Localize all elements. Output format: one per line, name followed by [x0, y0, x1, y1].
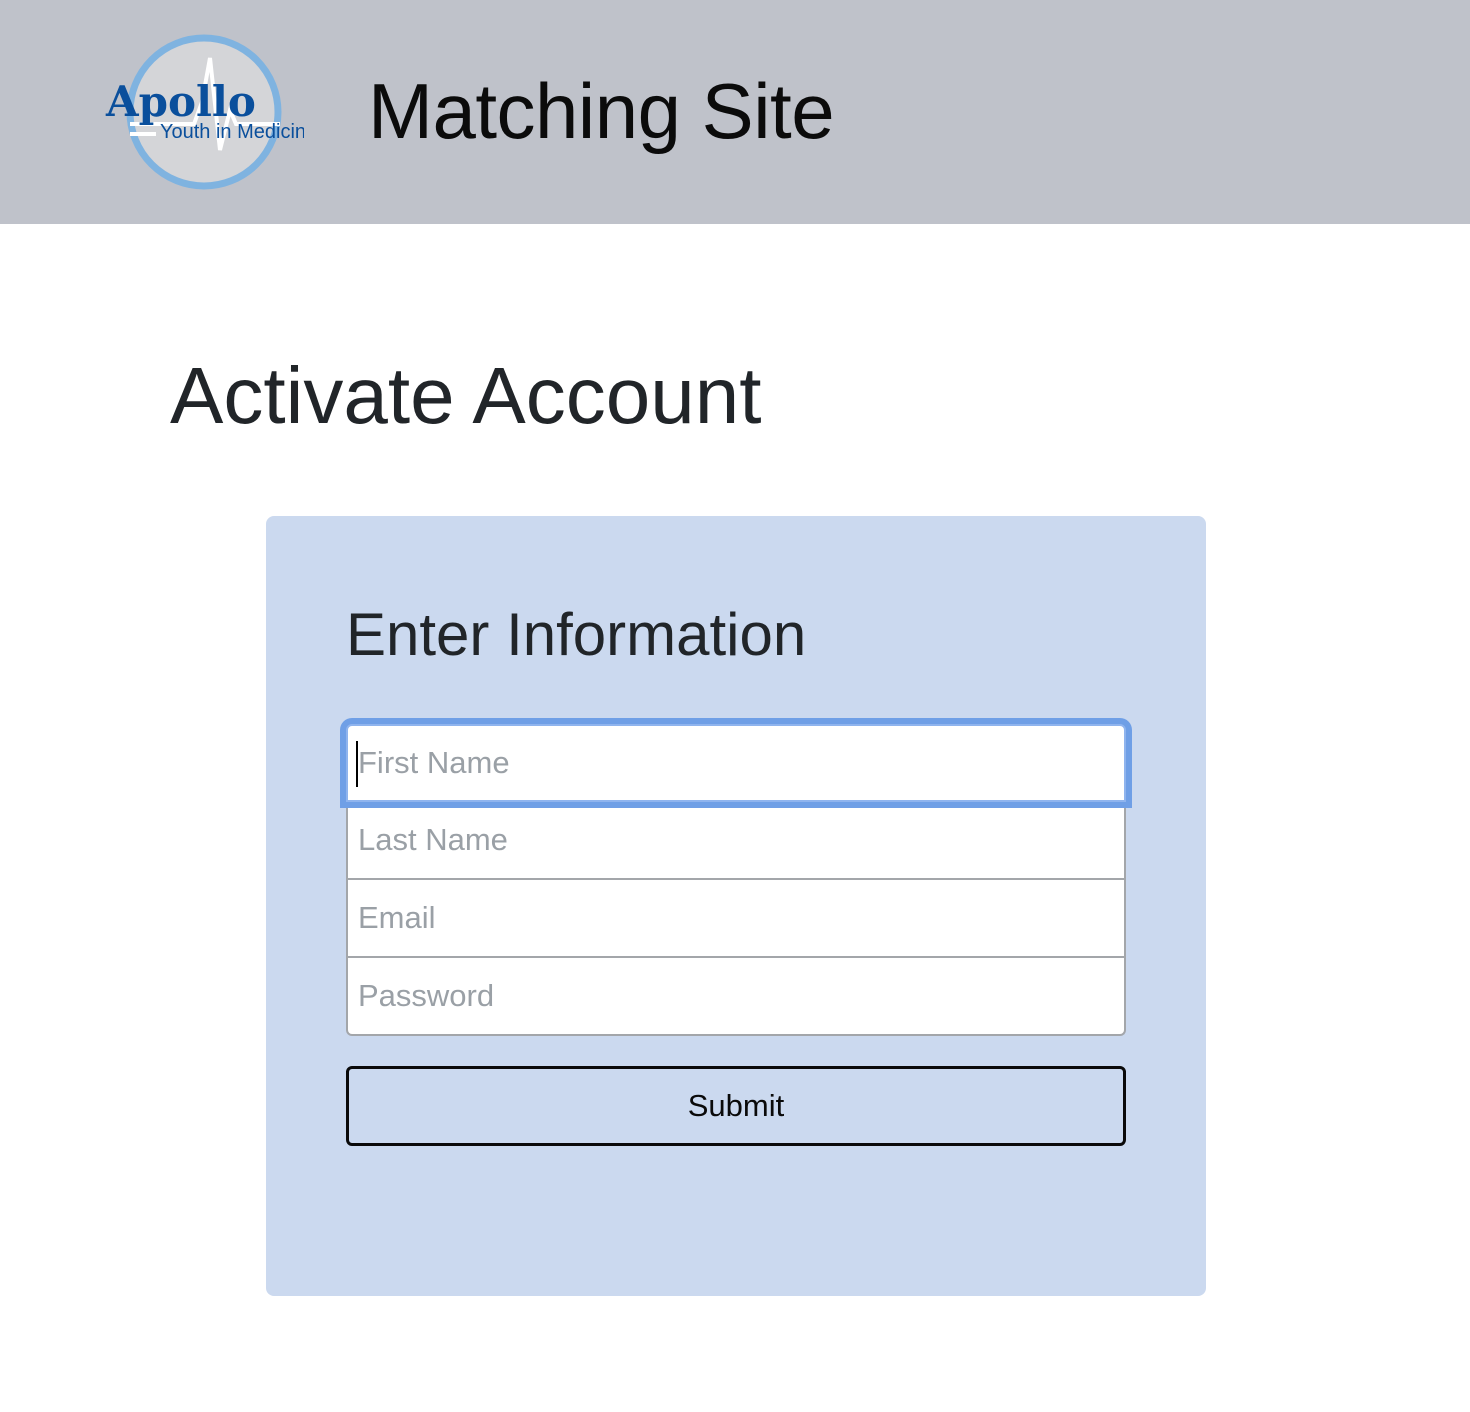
- information-card: Enter Information Submit: [266, 516, 1206, 1296]
- page-title: Activate Account: [170, 351, 762, 440]
- password-field[interactable]: [346, 958, 1126, 1036]
- site-header: Apollo Youth in Medicine Matching Site: [0, 0, 1470, 224]
- logo-tagline: Youth in Medicine: [160, 121, 304, 143]
- apollo-logo[interactable]: Apollo Youth in Medicine: [104, 30, 304, 194]
- submit-button[interactable]: Submit: [346, 1066, 1126, 1146]
- email-field[interactable]: [346, 880, 1126, 958]
- site-title: Matching Site: [368, 67, 835, 155]
- first-name-field[interactable]: [346, 724, 1126, 802]
- card-title: Enter Information: [346, 601, 807, 668]
- logo-name: Apollo: [105, 77, 256, 126]
- text-cursor: [356, 741, 358, 787]
- last-name-field[interactable]: [346, 802, 1126, 880]
